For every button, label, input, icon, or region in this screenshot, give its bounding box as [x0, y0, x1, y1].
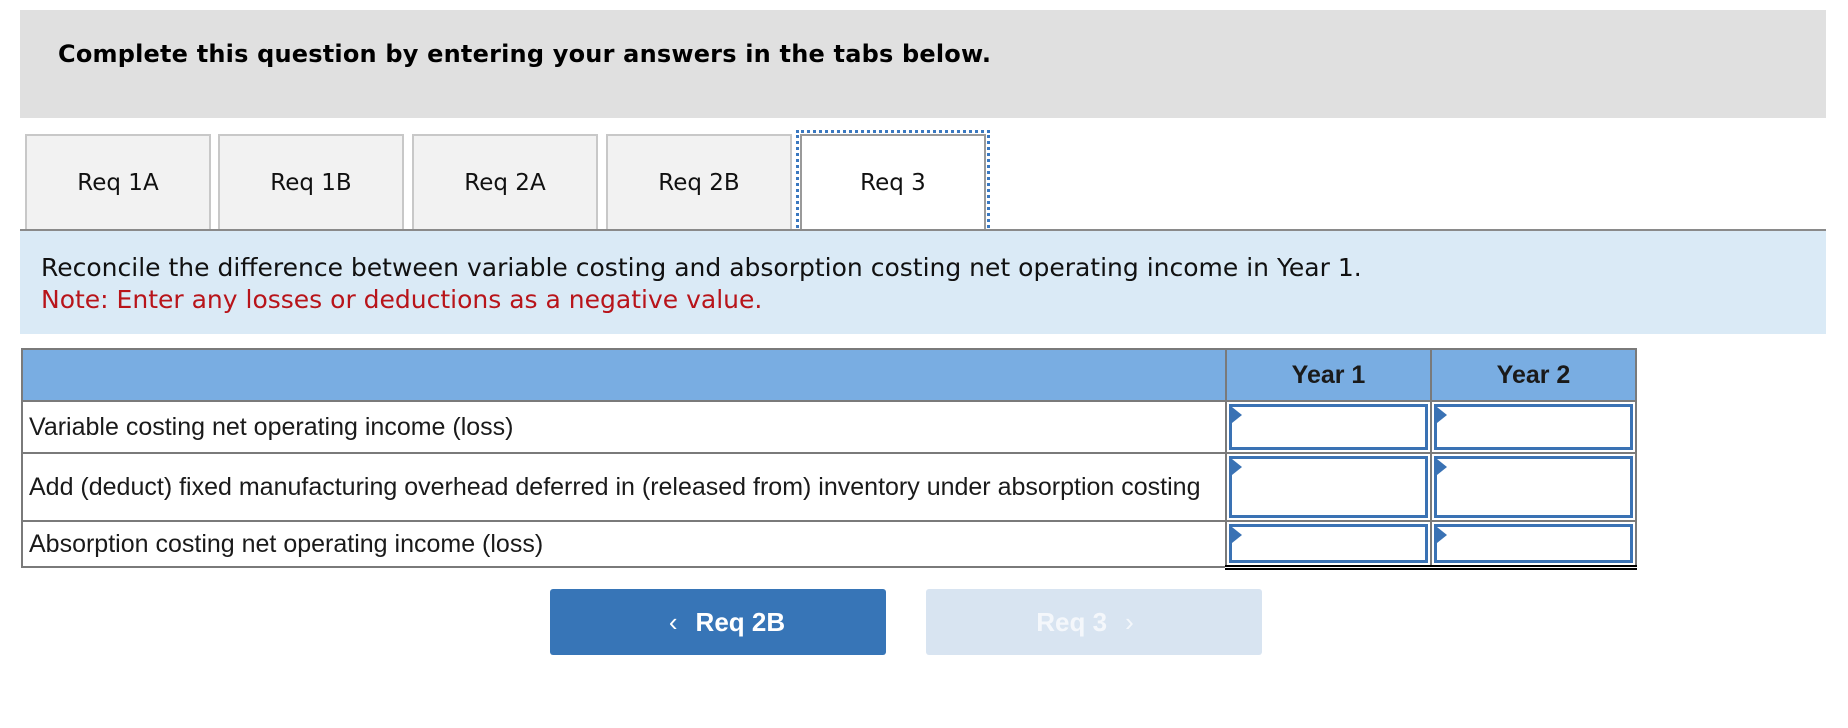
fixed-overhead-year-2-input[interactable]: [1437, 459, 1630, 515]
cell-year-2: [1430, 400, 1637, 454]
table-row: Add (deduct) fixed manufacturing overhea…: [21, 452, 1637, 522]
cell-year-1: [1225, 520, 1432, 570]
variable-income-year-2-input[interactable]: [1437, 407, 1630, 447]
instruction-band: Reconcile the difference between variabl…: [20, 229, 1826, 334]
tab-req-3[interactable]: Req 3: [796, 130, 990, 234]
input-flag-icon: [1232, 407, 1242, 423]
next-req-button[interactable]: Req 3 ›: [926, 589, 1262, 655]
prev-req-label: Req 2B: [695, 606, 786, 637]
tab-req-1b[interactable]: Req 1B: [218, 134, 404, 230]
input-flag-icon: [1437, 459, 1447, 475]
cell-year-2: [1430, 452, 1637, 522]
column-header-year-1: Year 1: [1225, 348, 1432, 402]
chevron-right-icon: ›: [1125, 606, 1134, 637]
cell-year-1: [1225, 400, 1432, 454]
variable-income-year-1-input[interactable]: [1232, 407, 1425, 447]
row-label-variable-income: Variable costing net operating income (l…: [21, 400, 1227, 454]
input-flag-icon: [1437, 407, 1447, 423]
input-flag-icon: [1232, 459, 1242, 475]
reconciliation-table: Year 1 Year 2 Variable costing net opera…: [21, 348, 1637, 570]
table-row: Variable costing net operating income (l…: [21, 400, 1637, 454]
row-label-absorption-income: Absorption costing net operating income …: [21, 520, 1227, 568]
cell-year-1: [1225, 452, 1432, 522]
input-flag-icon: [1232, 527, 1242, 543]
absorption-income-year-2-input[interactable]: [1437, 527, 1630, 560]
instruction-text: Reconcile the difference between variabl…: [41, 253, 1362, 282]
column-header-label: [21, 348, 1227, 402]
input-flag-icon: [1437, 527, 1447, 543]
header-title: Complete this question by entering your …: [58, 40, 992, 68]
tab-req-1a[interactable]: Req 1A: [25, 134, 211, 230]
instruction-note: Note: Enter any losses or deductions as …: [41, 285, 763, 314]
requirement-tabs: Req 1A Req 1B Req 2A Req 2B Req 3: [20, 130, 1826, 234]
table-header-row: Year 1 Year 2: [21, 348, 1637, 402]
cell-year-2: [1430, 520, 1637, 570]
next-req-label: Req 3: [1036, 606, 1108, 637]
tab-req-2a[interactable]: Req 2A: [412, 134, 598, 230]
chevron-left-icon: ‹: [668, 606, 678, 637]
table-row: Absorption costing net operating income …: [21, 520, 1637, 570]
column-header-year-2: Year 2: [1430, 348, 1637, 402]
absorption-income-year-1-input[interactable]: [1232, 527, 1425, 560]
prev-req-button[interactable]: ‹ Req 2B: [550, 589, 886, 655]
row-label-fixed-overhead: Add (deduct) fixed manufacturing overhea…: [21, 452, 1227, 522]
tab-req-2b[interactable]: Req 2B: [606, 134, 792, 230]
instructions-header: Complete this question by entering your …: [20, 10, 1826, 118]
fixed-overhead-year-1-input[interactable]: [1232, 459, 1425, 515]
